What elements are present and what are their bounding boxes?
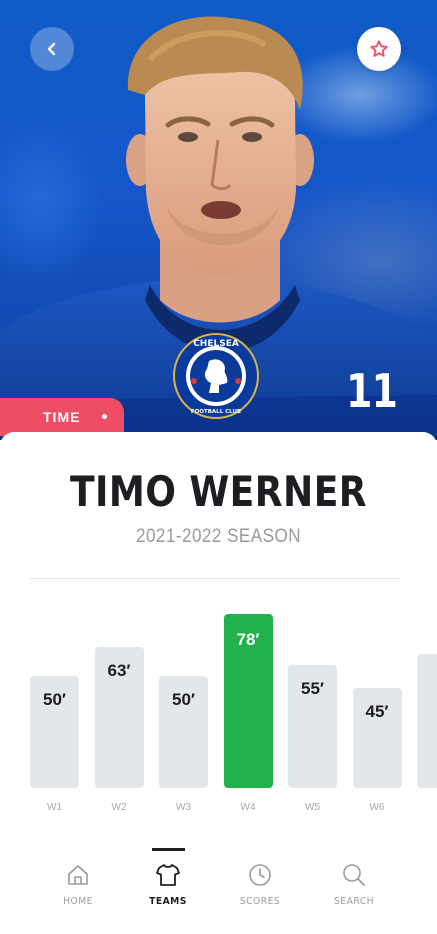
x-tick-label: W6	[369, 802, 385, 813]
x-tick-label: W5	[305, 802, 320, 813]
nav-scores[interactable]: SCORES	[220, 862, 300, 907]
shirt-icon	[156, 864, 180, 886]
svg-text:CHELSEA: CHELSEA	[193, 339, 239, 349]
nav-home-label: HOME	[63, 896, 93, 907]
home-icon	[68, 865, 88, 885]
x-tick-label: W3	[176, 802, 191, 813]
chevron-left-icon	[47, 42, 56, 56]
divider	[30, 578, 400, 579]
bar-next-partial[interactable]	[417, 654, 437, 788]
bar-value-label: 45′	[365, 701, 389, 721]
nav-search[interactable]: SEARCH	[314, 862, 394, 907]
nav-scores-label: SCORES	[239, 896, 281, 907]
bar-value-label: 50′	[172, 690, 195, 710]
x-tick-label: W1	[47, 802, 62, 813]
season-label: 2021-2022 SEASON	[135, 526, 302, 547]
clock-icon	[249, 864, 271, 886]
player-name: TIMO WERNER	[69, 467, 368, 516]
svg-text:FOOTBALL CLUB: FOOTBALL CLUB	[191, 409, 241, 415]
nav-home[interactable]: HOME	[38, 862, 118, 907]
search-icon	[343, 864, 365, 886]
jersey-number: 11	[346, 364, 398, 418]
time-tab-dot	[102, 414, 107, 419]
x-tick-label: W2	[111, 802, 127, 813]
nav-search-label: SEARCH	[334, 896, 374, 907]
time-tab-label: TIME	[43, 409, 81, 425]
star-icon	[370, 40, 388, 57]
x-tick-label: W4	[240, 802, 256, 813]
chelsea-crest-logo: CHELSEA FOOTBALL CLUB	[173, 333, 259, 419]
bar-value-label: 55′	[301, 679, 324, 699]
nav-teams-label: TEAMS	[149, 896, 187, 907]
nav-teams[interactable]: TEAMS	[128, 862, 208, 907]
bar-value-label: 50′	[43, 690, 66, 710]
bar-value-label: 78′	[236, 630, 260, 649]
playing-time-chart: 50′ W1 63′ W2 50′ W3 78′ W4 55′ W5 45′ W6	[0, 600, 437, 825]
active-tab-indicator	[152, 848, 185, 851]
bar-value-label: 63′	[107, 661, 131, 681]
player-hero: CHELSEA FOOTBALL CLUB 11	[0, 0, 437, 440]
favorite-button[interactable]	[357, 27, 401, 71]
back-button[interactable]	[30, 27, 74, 71]
time-tab[interactable]: TIME	[0, 398, 124, 436]
bottom-navigation: HOME TEAMS SCORES SEARCH	[0, 848, 437, 934]
